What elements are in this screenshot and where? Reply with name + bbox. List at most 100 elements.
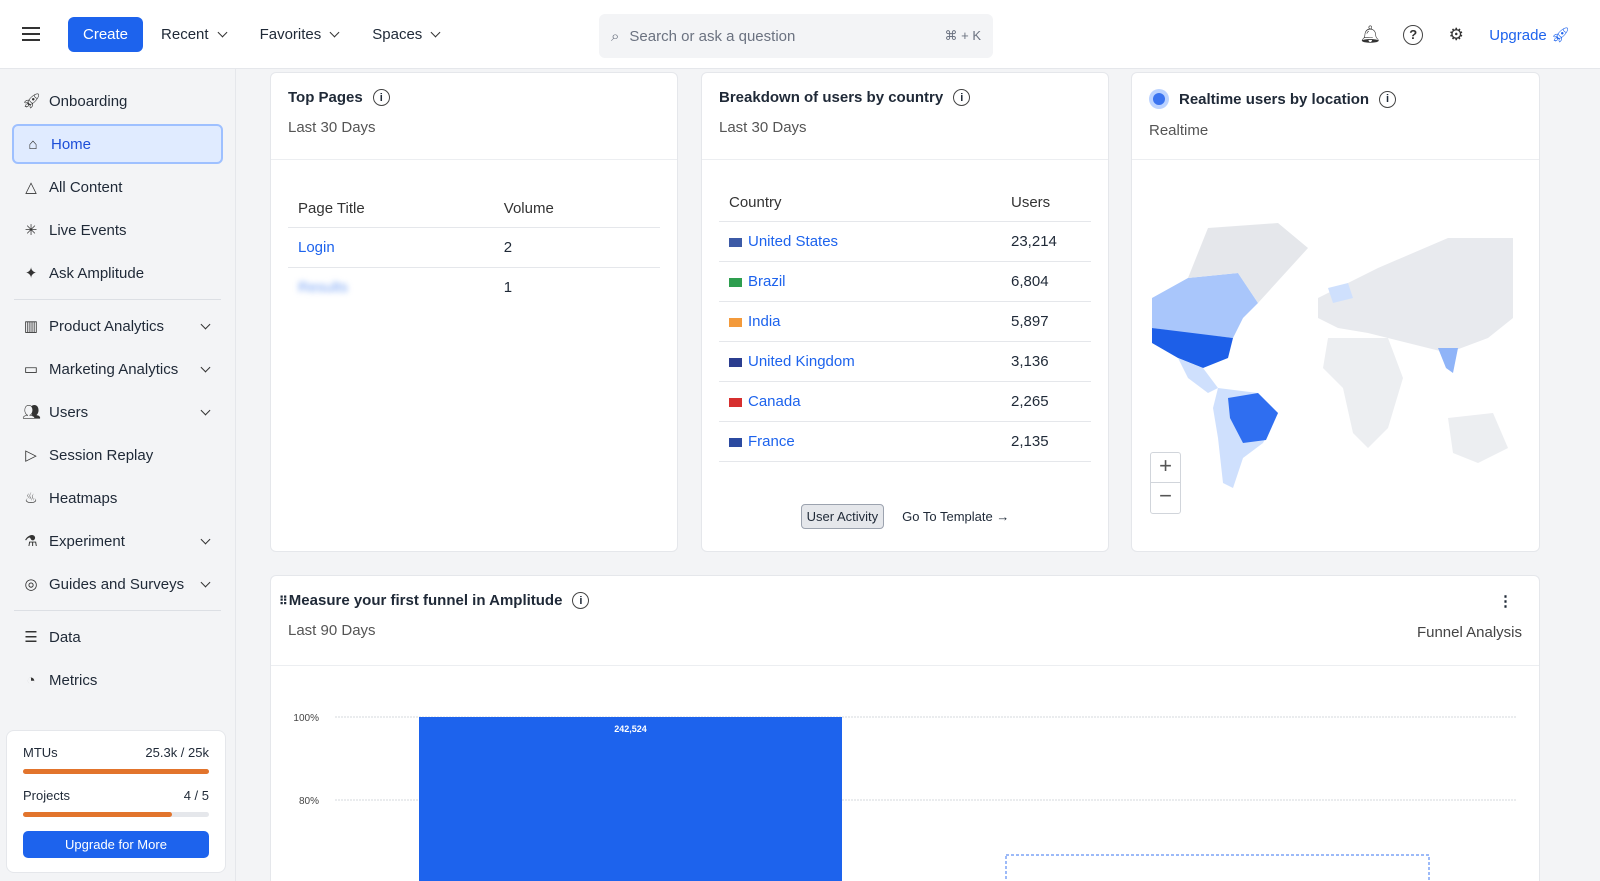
sidebar-item-session-replay[interactable]: ▷︎ Session Replay: [12, 435, 223, 475]
help-icon[interactable]: ?: [1403, 24, 1424, 45]
table-row: United States 23,214: [719, 221, 1091, 262]
table-row: Brazil 6,804: [719, 261, 1091, 302]
go-to-template-link[interactable]: Go To Template →: [902, 509, 1009, 524]
upgrade-link[interactable]: Upgrade 🚀︎: [1489, 26, 1570, 44]
user-activity-button[interactable]: User Activity: [800, 504, 885, 529]
zoom-in-button[interactable]: +: [1151, 453, 1180, 483]
chevron-down-icon[interactable]: [200, 534, 211, 544]
go-to-template-label: Go To Template: [902, 509, 993, 524]
sidebar-item-guides-and-surveys[interactable]: ◎︎ Guides and Surveys: [12, 564, 223, 604]
chevron-down-icon[interactable]: [200, 577, 211, 587]
rocket-icon: 🚀︎: [1550, 26, 1570, 44]
sidebar-item-label: Ask Amplitude: [49, 264, 145, 282]
flag-icon: [729, 437, 742, 447]
sidebar-item-marketing-analytics[interactable]: ▭︎ Marketing Analytics: [12, 349, 223, 389]
sidebar-item-label: All Content: [49, 178, 123, 196]
top-pages-table: Page Title Volume Login 2 Results 1: [288, 190, 660, 308]
favorites-menu[interactable]: Favorites: [260, 26, 343, 43]
projects-progress: [23, 812, 209, 817]
sidebar-item-users[interactable]: 👥︎ Users: [12, 392, 223, 432]
page-link[interactable]: Login: [298, 239, 335, 256]
card-subtitle: Last 90 Days: [288, 622, 376, 639]
sidebar-item-home[interactable]: ⌂︎ Home: [12, 124, 223, 164]
info-icon[interactable]: i: [372, 89, 390, 106]
info-icon[interactable]: i: [572, 592, 590, 609]
sidebar-item-heatmaps[interactable]: ♨︎ Heatmaps: [12, 478, 223, 518]
info-icon[interactable]: i: [953, 89, 971, 106]
recent-label: Recent: [161, 25, 209, 43]
drag-handle-icon[interactable]: ⠿: [279, 594, 288, 608]
search-input[interactable]: ⌕ Search or ask a question ⌘ + K: [599, 14, 993, 58]
flag-icon: [729, 317, 742, 327]
card-subtitle: Realtime: [1149, 122, 1209, 139]
flag-icon: [729, 277, 742, 287]
table-row: United Kingdom 3,136: [719, 341, 1091, 382]
flask-icon: ⚗︎: [24, 533, 38, 550]
column-header: Volume: [493, 190, 660, 228]
users-cell: 5,897: [1001, 301, 1091, 342]
monitor-icon: ▭︎: [23, 361, 39, 378]
sidebar-item-all-content[interactable]: △︎ All Content: [12, 167, 223, 207]
country-link[interactable]: Brazil: [748, 273, 786, 290]
chevron-down-icon[interactable]: [200, 319, 211, 329]
home-icon: ⌂︎: [28, 135, 38, 153]
sidebar-item-metrics[interactable]: ◔︎ Metrics: [12, 660, 223, 700]
country-link[interactable]: India: [748, 313, 781, 330]
create-button[interactable]: Create: [68, 16, 144, 52]
chevron-down-icon: [329, 27, 340, 37]
column-header: Country: [719, 184, 1001, 222]
table-row: Canada 2,265: [719, 381, 1091, 422]
country-link[interactable]: United States: [748, 233, 838, 250]
card-title: Top Pages: [288, 89, 363, 106]
sidebar-item-product-analytics[interactable]: ▥︎ Product Analytics: [12, 306, 223, 346]
page-link[interactable]: Results: [298, 279, 348, 296]
y-tick-label: 80%: [299, 796, 319, 807]
table-row: India 5,897: [719, 301, 1091, 342]
chevron-down-icon: [217, 27, 228, 37]
country-link[interactable]: United Kingdom: [748, 353, 855, 370]
spaces-label: Spaces: [372, 25, 423, 43]
upgrade-for-more-button[interactable]: Upgrade for More: [23, 831, 209, 858]
bell-icon[interactable]: 🔔︎: [1359, 24, 1381, 46]
chevron-down-icon[interactable]: [200, 405, 211, 415]
compass-icon: ◎︎: [24, 576, 38, 593]
upgrade-label: Upgrade: [1489, 26, 1547, 44]
funnel-bar: [419, 717, 842, 881]
sidebar-item-experiment[interactable]: ⚗︎ Experiment: [12, 521, 223, 561]
sidebar-item-data[interactable]: ☰︎ Data: [12, 617, 223, 657]
mtus-progress: [23, 769, 209, 774]
bar-value-label: 242,524: [614, 724, 647, 734]
sidebar-item-label: Product Analytics: [49, 317, 165, 335]
sidebar-item-onboarding[interactable]: 🚀︎ Onboarding: [12, 81, 223, 121]
recent-menu[interactable]: Recent: [161, 26, 230, 43]
usage-panel: MTUs 25.3k / 25k Projects 4 / 5 Upgrade fo…: [6, 730, 226, 873]
sidebar-item-label: Live Events: [49, 221, 127, 239]
sidebar: 🚀︎ Onboarding ⌂︎ Home △︎ All Content ✳︎ Live Ev…: [0, 69, 236, 881]
menu-icon[interactable]: [22, 27, 40, 41]
sidebar-item-live-events[interactable]: ✳︎ Live Events: [12, 210, 223, 250]
y-tick-label: 100%: [293, 713, 319, 724]
flag-icon: [729, 397, 742, 407]
sidebar-item-label: Experiment: [49, 532, 125, 550]
flame-icon: ♨︎: [24, 490, 38, 507]
users-icon: 👥︎: [22, 404, 42, 421]
users-cell: 23,214: [1001, 221, 1091, 262]
table-row: France 2,135: [719, 421, 1091, 462]
shapes-icon: △︎: [25, 179, 37, 196]
sidebar-item-label: Onboarding: [49, 92, 128, 110]
sidebar-item-ask-amplitude[interactable]: ✦︎ Ask Amplitude: [12, 253, 223, 293]
realtime-location-card: Realtime users by location i Realtime + −: [1131, 72, 1540, 552]
world-map[interactable]: [1148, 218, 1528, 508]
chevron-down-icon[interactable]: [200, 362, 211, 372]
country-link[interactable]: Canada: [748, 393, 801, 410]
spaces-menu[interactable]: Spaces: [372, 26, 443, 43]
country-link[interactable]: France: [748, 433, 795, 450]
info-icon[interactable]: i: [1379, 90, 1397, 108]
zoom-out-button[interactable]: −: [1151, 483, 1180, 513]
more-options-icon[interactable]: ⋮: [1498, 592, 1513, 610]
sidebar-item-label: Guides and Surveys: [49, 575, 185, 593]
sidebar-item-label: Session Replay: [49, 446, 154, 464]
sidebar-item-label: Marketing Analytics: [49, 360, 179, 378]
divider: [14, 610, 221, 611]
gear-icon[interactable]: ⚙: [1445, 24, 1467, 46]
